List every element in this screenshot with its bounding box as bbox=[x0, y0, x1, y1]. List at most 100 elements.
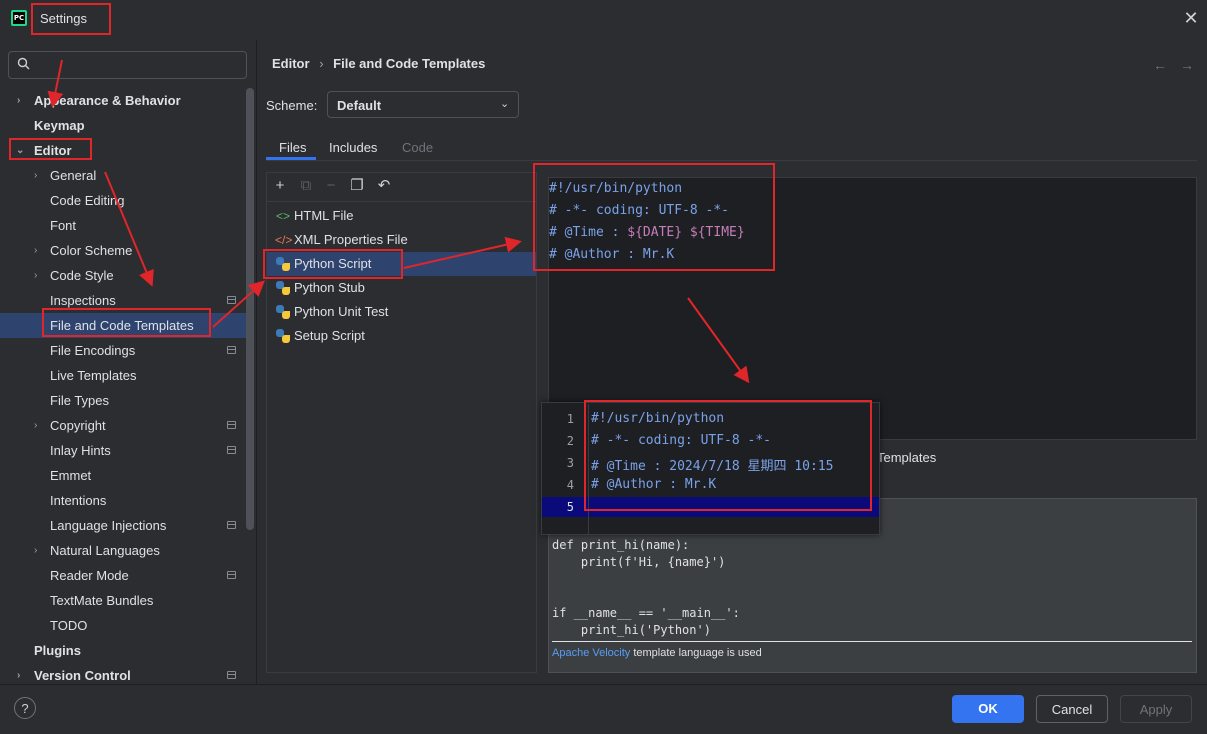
template-setup-script[interactable]: Setup Script bbox=[267, 324, 536, 348]
add-icon[interactable]: + bbox=[272, 178, 288, 194]
sidebar-item-label: File Encodings bbox=[50, 343, 136, 358]
sidebar-item-code-editing[interactable]: Code Editing bbox=[0, 188, 246, 213]
sidebar-item-label: Language Injections bbox=[50, 518, 167, 533]
sidebar-item-label: Inlay Hints bbox=[50, 443, 111, 458]
html-icon: <> bbox=[275, 209, 290, 223]
annotation-box bbox=[42, 308, 211, 337]
sidebar-item-label: Code Style bbox=[50, 268, 114, 283]
sidebar-item-label: Plugins bbox=[34, 643, 81, 658]
apache-velocity-link[interactable]: Apache Velocity bbox=[552, 647, 630, 659]
back-arrow-icon[interactable]: ← bbox=[1153, 57, 1167, 73]
sidebar-item-general[interactable]: › General bbox=[0, 163, 246, 188]
template-python-unit-test[interactable]: Python Unit Test bbox=[267, 300, 536, 324]
sidebar-scrollbar[interactable] bbox=[246, 88, 254, 530]
copy-icon[interactable]: ❐ bbox=[349, 178, 365, 194]
project-scope-icon bbox=[227, 671, 236, 679]
sidebar-divider bbox=[256, 40, 257, 684]
tab-files[interactable]: Files bbox=[279, 140, 306, 155]
cancel-button[interactable]: Cancel bbox=[1036, 695, 1108, 723]
sidebar-item-label: Code Editing bbox=[50, 193, 125, 208]
breadcrumb-separator: › bbox=[319, 56, 324, 71]
sidebar-item-language-injections[interactable]: Language Injections bbox=[0, 513, 246, 538]
sidebar-item-file-types[interactable]: File Types bbox=[0, 388, 246, 413]
help-button[interactable]: ? bbox=[14, 697, 36, 719]
app-logo-text: PC bbox=[13, 12, 25, 24]
sidebar-item-label: TextMate Bundles bbox=[50, 593, 154, 608]
sidebar-item-code-style[interactable]: › Code Style bbox=[0, 263, 246, 288]
description-code-line: print(f'Hi, {name}') bbox=[552, 555, 726, 569]
description-footer: Apache Velocity template language is use… bbox=[552, 647, 762, 659]
annotation-box bbox=[263, 249, 403, 279]
project-scope-icon bbox=[227, 521, 236, 529]
line-number: 3 bbox=[566, 456, 574, 470]
breadcrumb: Editor › File and Code Templates bbox=[272, 56, 485, 71]
sidebar-item-emmet[interactable]: Emmet bbox=[0, 463, 246, 488]
scheme-value: Default bbox=[337, 98, 382, 113]
breadcrumb-parent[interactable]: Editor bbox=[272, 56, 310, 71]
search-input[interactable] bbox=[8, 51, 247, 79]
sidebar-item-intentions[interactable]: Intentions bbox=[0, 488, 246, 513]
sidebar-item-todo[interactable]: TODO bbox=[0, 613, 246, 638]
sidebar-item-label: Font bbox=[50, 218, 77, 233]
sidebar-item-copyright[interactable]: › Copyright bbox=[0, 413, 246, 438]
sidebar-item-reader-mode[interactable]: Reader Mode bbox=[0, 563, 246, 588]
sidebar-item-label: Intentions bbox=[50, 493, 107, 508]
sidebar-item-label: Appearance & Behavior bbox=[34, 93, 181, 108]
sidebar-item-label: Live Templates bbox=[50, 368, 137, 383]
tabs-divider bbox=[266, 160, 1197, 161]
sidebar-item-natural-languages[interactable]: › Natural Languages bbox=[0, 538, 246, 563]
project-scope-icon bbox=[227, 296, 236, 304]
close-icon[interactable]: ✕ bbox=[1183, 9, 1199, 27]
description-code-line: print_hi('Python') bbox=[552, 623, 711, 637]
sidebar-item-color-scheme[interactable]: › Color Scheme bbox=[0, 238, 246, 263]
xml-icon: </> bbox=[275, 233, 293, 247]
project-scope-icon bbox=[227, 446, 236, 454]
scheme-label: Scheme: bbox=[266, 98, 318, 113]
sidebar-item-label: TODO bbox=[50, 618, 88, 633]
sidebar-item-live-templates[interactable]: Live Templates bbox=[0, 363, 246, 388]
template-python-stub[interactable]: Python Stub bbox=[267, 276, 536, 300]
sidebar-item-label: Natural Languages bbox=[50, 543, 160, 558]
template-label: HTML File bbox=[294, 208, 354, 223]
search-icon bbox=[17, 57, 30, 70]
sidebar-item-label: Version Control bbox=[34, 668, 131, 683]
line-number: 2 bbox=[566, 434, 574, 448]
template-label: Python Unit Test bbox=[294, 304, 389, 319]
sidebar-item-font[interactable]: Font bbox=[0, 213, 246, 238]
tab-active-indicator bbox=[266, 157, 316, 160]
description-divider bbox=[552, 641, 1192, 642]
sidebar-item-label: Color Scheme bbox=[50, 243, 133, 258]
sidebar-item-label: File Types bbox=[50, 393, 110, 408]
reformat-option-label: Templates bbox=[877, 450, 937, 465]
annotation-box bbox=[31, 3, 111, 35]
footer-divider bbox=[0, 684, 1207, 685]
sidebar-item-label: Keymap bbox=[34, 118, 85, 133]
sidebar-item-inlay-hints[interactable]: Inlay Hints bbox=[0, 438, 246, 463]
project-scope-icon bbox=[227, 346, 236, 354]
project-scope-icon bbox=[227, 571, 236, 579]
ok-button[interactable]: OK bbox=[952, 695, 1024, 723]
python-icon bbox=[276, 281, 290, 295]
sidebar-item-file-encodings[interactable]: File Encodings bbox=[0, 338, 246, 363]
remove-icon[interactable]: − bbox=[323, 178, 339, 194]
template-label: Python Stub bbox=[294, 280, 365, 295]
toolbar-divider bbox=[267, 201, 536, 202]
forward-arrow-icon[interactable]: → bbox=[1180, 57, 1194, 73]
sidebar-item-version-control[interactable]: › Version Control bbox=[0, 663, 246, 684]
line-number: 5 bbox=[566, 500, 574, 514]
sidebar-item-keymap[interactable]: Keymap bbox=[0, 113, 246, 138]
apply-button[interactable]: Apply bbox=[1120, 695, 1192, 723]
sidebar-item-appearance-behavior[interactable]: › Appearance & Behavior bbox=[0, 88, 246, 113]
sidebar-item-textmate-bundles[interactable]: TextMate Bundles bbox=[0, 588, 246, 613]
line-number: 4 bbox=[566, 478, 574, 492]
description-code-line: if __name__ == '__main__': bbox=[552, 606, 740, 620]
tab-code[interactable]: Code bbox=[402, 140, 433, 155]
title-bar bbox=[0, 0, 1207, 40]
breadcrumb-current: File and Code Templates bbox=[333, 56, 486, 71]
template-html-file[interactable]: <> HTML File bbox=[267, 204, 536, 228]
sidebar-item-plugins[interactable]: Plugins bbox=[0, 638, 246, 663]
chevron-down-icon: ⌄ bbox=[500, 98, 510, 110]
tab-includes[interactable]: Includes bbox=[329, 140, 377, 155]
add-child-icon[interactable]: ⧉ bbox=[298, 178, 314, 194]
reset-icon[interactable]: ↶ bbox=[376, 178, 392, 194]
